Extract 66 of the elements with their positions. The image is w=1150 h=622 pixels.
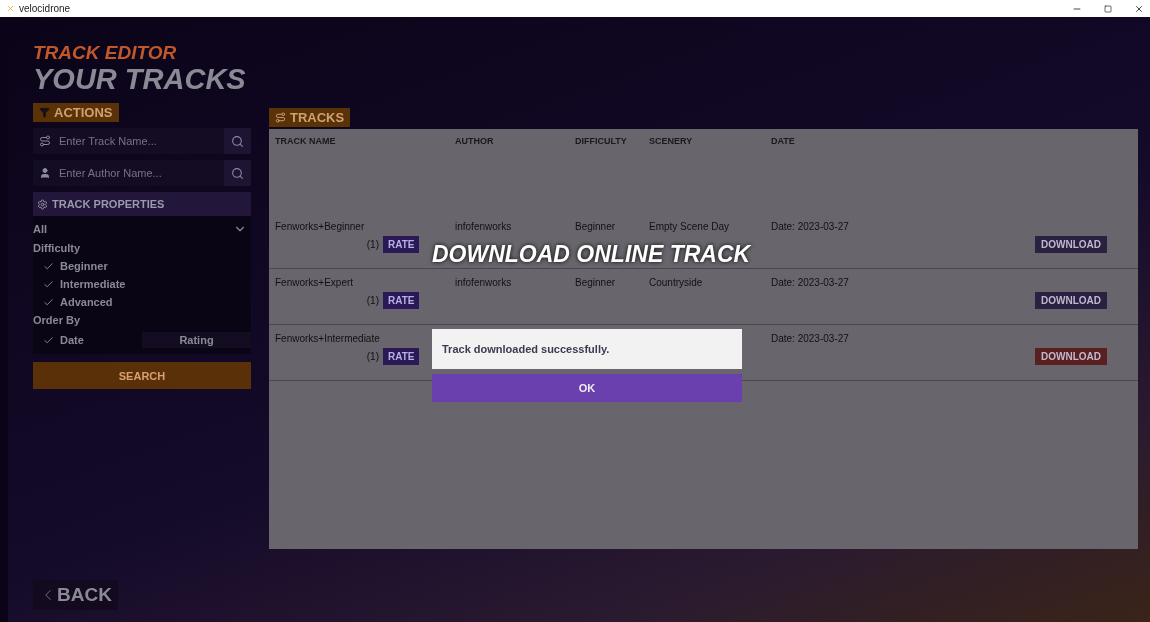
- check-icon: [43, 296, 54, 308]
- download-button[interactable]: DOWNLOAD: [1035, 292, 1107, 309]
- route-icon: [275, 112, 286, 123]
- section-label: TRACK PROPERTIES: [52, 198, 165, 210]
- author-name-input[interactable]: Enter Author Name...: [57, 162, 224, 184]
- user-icon: [39, 167, 51, 179]
- rating-count: (1): [365, 239, 379, 250]
- close-icon[interactable]: [1134, 3, 1144, 14]
- search-button[interactable]: [224, 160, 251, 186]
- filter-icon: [39, 107, 50, 118]
- dialog-title: DOWNLOAD ONLINE TRACK: [432, 240, 751, 269]
- track-name-field[interactable]: Enter Track Name...: [33, 128, 251, 154]
- search-button[interactable]: [224, 128, 251, 154]
- check-icon: [43, 278, 54, 290]
- download-button[interactable]: DOWNLOAD: [1035, 236, 1107, 253]
- tracks-tag: TRACKS: [269, 108, 351, 127]
- order-option[interactable]: Rating: [142, 332, 251, 348]
- difficulty-checkbox[interactable]: Intermediate: [33, 278, 251, 290]
- filter-dropdown[interactable]: All: [33, 220, 251, 236]
- download-button[interactable]: DOWNLOAD: [1035, 348, 1107, 365]
- track-date: Date: 2023-03-27: [771, 221, 850, 232]
- track-name-input[interactable]: Enter Track Name...: [57, 130, 224, 152]
- rating-count: (1): [365, 295, 379, 306]
- difficulty-label: Difficulty: [33, 242, 82, 254]
- track-author: infofenworks: [455, 277, 513, 288]
- window-title: velocidrone: [19, 3, 72, 14]
- column-header: TRACK NAME: [275, 136, 337, 146]
- column-header: DATE: [771, 136, 796, 146]
- track-name: Fenworks+Beginner: [275, 221, 366, 232]
- difficulty-checkbox[interactable]: Beginner: [33, 260, 251, 272]
- gear-icon: [37, 198, 48, 210]
- ok-button[interactable]: OK: [432, 374, 742, 402]
- rating-count: (1): [365, 351, 379, 362]
- actions-tag: ACTIONS: [33, 103, 119, 122]
- route-icon: [39, 135, 51, 147]
- search-icon: [231, 134, 244, 148]
- check-icon: [43, 334, 54, 346]
- author-name-field[interactable]: Enter Author Name...: [33, 160, 251, 186]
- track-difficulty: Beginner: [575, 277, 617, 288]
- dialog-message: Track downloaded successfully.: [432, 329, 742, 369]
- track-name: Fenworks+Intermediate: [275, 333, 381, 344]
- order-by-label: Order By: [33, 314, 82, 326]
- column-header: AUTHOR: [455, 136, 495, 146]
- track-properties-header[interactable]: TRACK PROPERTIES: [33, 192, 251, 216]
- track-author: infofenworks: [455, 221, 513, 232]
- page-subtitle: TRACK EDITOR: [33, 43, 178, 63]
- rate-button[interactable]: RATE: [383, 292, 420, 309]
- order-option[interactable]: Date: [33, 332, 142, 348]
- track-date: Date: 2023-03-27: [771, 333, 850, 344]
- column-header: DIFFICULTY: [575, 136, 628, 146]
- search-button[interactable]: SEARCH: [33, 362, 251, 389]
- track-name: Fenworks+Expert: [275, 277, 355, 288]
- column-header: SCENERY: [649, 136, 694, 146]
- difficulty-checkbox[interactable]: Advanced: [33, 296, 251, 308]
- rate-button[interactable]: RATE: [383, 348, 420, 365]
- track-difficulty: Beginner: [575, 221, 617, 232]
- track-scenery: Countryside: [649, 277, 704, 288]
- back-button[interactable]: BACK: [33, 580, 118, 610]
- search-icon: [231, 166, 244, 180]
- app-logo-icon: [6, 4, 15, 13]
- check-icon: [43, 260, 54, 272]
- track-scenery: Empty Scene Day: [649, 221, 731, 232]
- maximize-icon[interactable]: [1104, 4, 1112, 13]
- rate-button[interactable]: RATE: [383, 236, 420, 253]
- track-date: Date: 2023-03-27: [771, 277, 850, 288]
- page-title: YOUR TRACKS: [33, 63, 247, 95]
